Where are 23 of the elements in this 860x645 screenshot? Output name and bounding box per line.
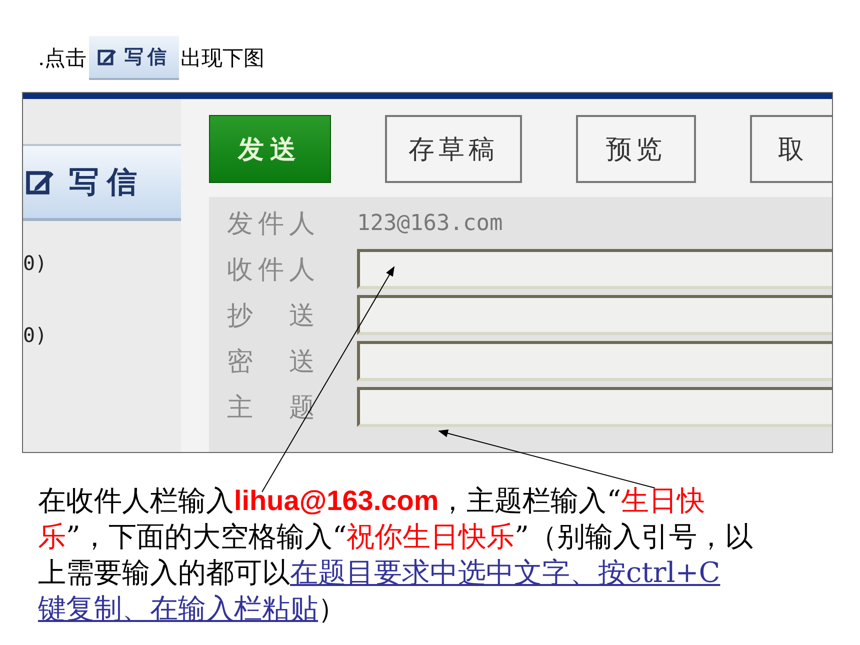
intro-text: 出现下图 (180, 45, 265, 72)
write-button[interactable]: 写信 (23, 144, 181, 221)
instruction-link[interactable]: 键复制、在输入栏粘贴 (38, 592, 318, 625)
field-label: 主 题 (227, 392, 315, 424)
intro-text: .点击 (38, 45, 87, 72)
field-label: 密 送 (227, 346, 315, 378)
instruction-link[interactable]: 在题目要求中选中文字、按ctrl+C (290, 556, 720, 589)
field-label: 收件人 (227, 254, 315, 286)
sender-address: 123@163.com (357, 210, 503, 236)
field-label: 抄 送 (227, 300, 315, 332)
folder-count: 0) (23, 251, 48, 277)
edit-icon (96, 47, 117, 67)
toolbar-button[interactable]: 预览 (576, 115, 696, 183)
send-button[interactable]: 发送 (209, 115, 331, 183)
toolbar-button[interactable]: 取 (750, 115, 832, 183)
field-label: 发件人 (227, 208, 315, 240)
instruction-text: 在收件人栏输入lihua@163.com，主题栏输入“生日快乐”，下面的大空格输入“祝你生日快乐”（别输入引号，以上需要输入的都可以在题目要求中选中文字、按ctrl+C 键复制、在输入栏粘贴） (38, 483, 754, 627)
folder-count: 0) (23, 323, 48, 349)
input-field[interactable] (357, 387, 832, 427)
input-field[interactable] (357, 341, 832, 381)
input-field[interactable] (357, 249, 832, 289)
toolbar-button[interactable]: 存草稿 (385, 115, 522, 183)
input-field[interactable] (357, 295, 832, 335)
